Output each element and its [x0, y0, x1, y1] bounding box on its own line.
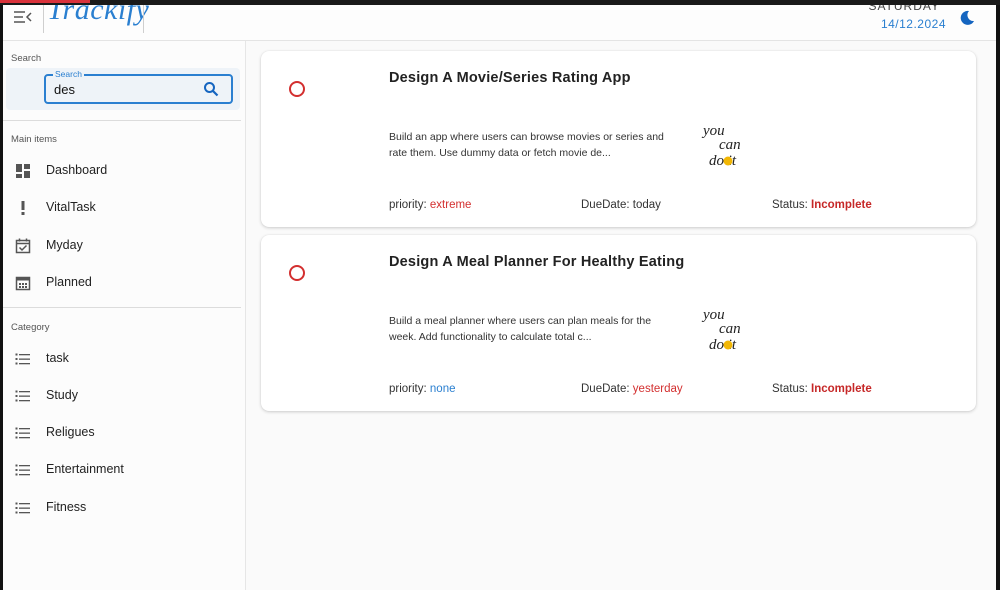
task-card[interactable]: Design A Meal Planner For Healthy Eating… — [261, 235, 976, 411]
list-icon — [15, 427, 30, 439]
list-icon — [15, 464, 30, 476]
priority-value: none — [429, 383, 456, 395]
sidebar-item-myday[interactable]: Myday — [3, 230, 243, 262]
current-date: 14/12.2024 — [880, 17, 946, 31]
search-field-label: Search — [53, 69, 84, 79]
list-icon — [15, 502, 30, 514]
priority-label: priority: — [389, 199, 427, 211]
current-day: SATURDAY — [868, 5, 940, 13]
search-section-label: Search — [11, 53, 42, 64]
sidebar-item-label: Fitness — [46, 500, 87, 514]
logo-divider — [43, 5, 44, 33]
logo-divider-right — [143, 5, 144, 33]
sidebar-item-task[interactable]: task — [3, 343, 243, 375]
menu-collapse-icon[interactable] — [13, 9, 33, 25]
task-priority: priority: extreme — [389, 199, 471, 211]
sidebar-item-label: Myday — [46, 238, 83, 252]
sidebar-item-entertainment[interactable]: Entertainment — [3, 454, 243, 486]
task-priority: priority: none — [389, 383, 456, 395]
image-text: can — [719, 137, 741, 153]
status-label: Status: — [772, 383, 808, 395]
status-value: Incomplete — [811, 383, 872, 395]
task-title: Design A Meal Planner For Healthy Eating — [389, 254, 685, 270]
status-value: Incomplete — [811, 199, 872, 211]
dashboard-icon — [16, 164, 30, 178]
task-title: Design A Movie/Series Rating App — [389, 70, 631, 86]
image-text: do it — [709, 337, 737, 353]
due-value: yesterday — [632, 383, 683, 395]
main-items-label: Main items — [11, 134, 57, 145]
you-can-do-it-image: you can do it — [701, 307, 741, 353]
task-description: Build an app where users can browse movi… — [389, 131, 664, 159]
task-due-date: DueDate: today — [581, 199, 661, 211]
calendar-check-icon — [15, 238, 31, 254]
sidebar-item-label: VitalTask — [46, 200, 96, 214]
list-icon — [15, 390, 30, 402]
sidebar-item-label: Entertainment — [46, 462, 124, 476]
calendar-grid-icon — [15, 276, 31, 291]
sidebar-item-label: Planned — [46, 275, 92, 289]
task-list: Design A Movie/Series Rating App Build a… — [247, 41, 996, 590]
list-icon — [15, 353, 30, 365]
sidebar-item-religues[interactable]: Religues — [3, 417, 243, 449]
app-header: Trackify SATURDAY 14/12.2024 — [3, 5, 996, 41]
priority-label: priority: — [389, 383, 427, 395]
search-field[interactable]: Search — [44, 69, 233, 104]
sidebar-item-dashboard[interactable]: Dashboard — [3, 155, 243, 187]
sidebar-item-label: Dashboard — [46, 163, 108, 177]
due-label: DueDate: — [581, 199, 630, 211]
sidebar-item-fitness[interactable]: Fitness — [3, 492, 243, 524]
due-label: DueDate: — [581, 383, 630, 395]
task-status: Status: Incomplete — [772, 383, 872, 395]
app-logo[interactable]: Trackify — [47, 5, 149, 27]
search-input[interactable] — [54, 80, 194, 98]
due-value: today — [632, 199, 661, 211]
sidebar-item-label: task — [46, 351, 69, 365]
sidebar-item-label: Study — [46, 388, 78, 402]
sidebar-item-study[interactable]: Study — [3, 380, 243, 412]
exclamation-icon — [21, 201, 25, 215]
task-complete-checkbox[interactable] — [289, 81, 305, 97]
sidebar-item-vitaltask[interactable]: VitalTask — [3, 192, 243, 224]
category-section-label: Category — [11, 322, 50, 333]
image-text: can — [719, 321, 741, 337]
sidebar-divider — [3, 307, 241, 308]
task-status: Status: Incomplete — [772, 199, 872, 211]
sidebar-item-label: Religues — [46, 425, 95, 439]
task-complete-checkbox[interactable] — [289, 265, 305, 281]
image-text: do it — [709, 153, 737, 169]
window-accent — [0, 0, 90, 3]
search-container: Search — [6, 68, 240, 110]
sidebar: Search Search Main items Dashboard — [3, 41, 246, 590]
sidebar-item-planned[interactable]: Planned — [3, 267, 243, 299]
task-due-date: DueDate: yesterday — [581, 383, 683, 395]
task-card[interactable]: Design A Movie/Series Rating App Build a… — [261, 51, 976, 227]
app-frame: Trackify SATURDAY 14/12.2024 Search Sear… — [3, 5, 996, 590]
sidebar-divider — [3, 120, 241, 121]
dark-mode-toggle-icon[interactable] — [958, 9, 976, 27]
status-label: Status: — [772, 199, 808, 211]
search-icon[interactable] — [203, 81, 219, 97]
you-can-do-it-image: you can do it — [701, 123, 741, 169]
priority-value: extreme — [429, 199, 472, 211]
task-description: Build a meal planner where users can pla… — [389, 315, 652, 343]
